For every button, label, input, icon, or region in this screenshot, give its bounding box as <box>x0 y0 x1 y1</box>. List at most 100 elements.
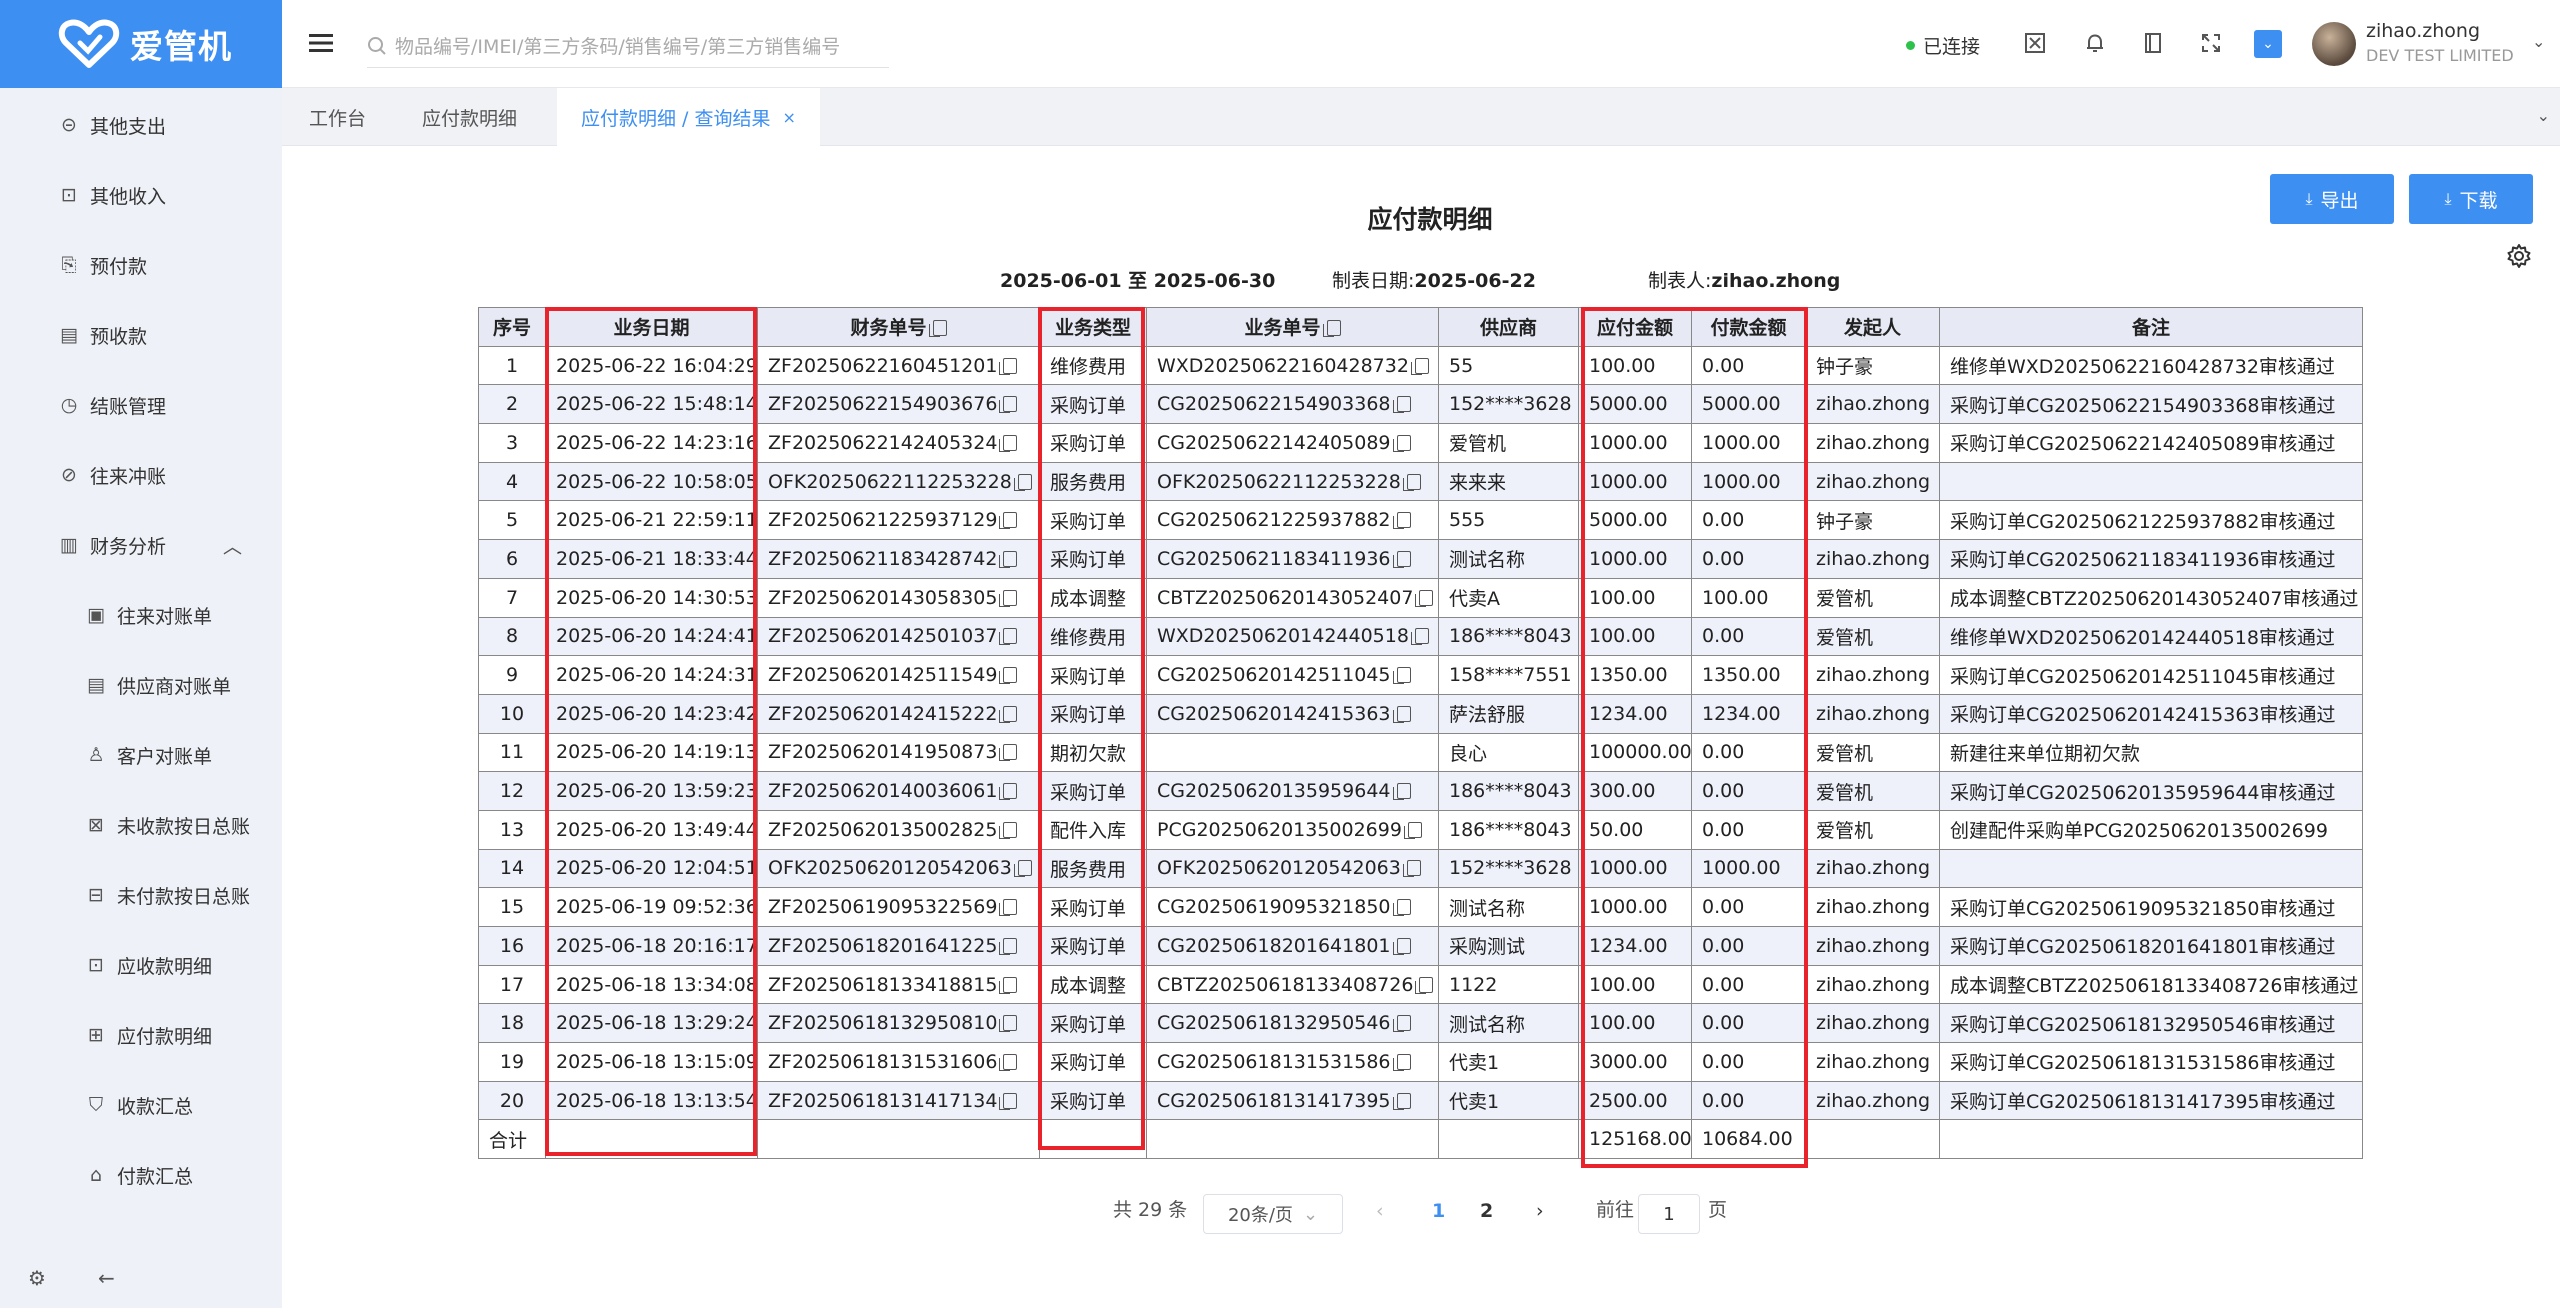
tab-payable-detail-result[interactable]: 应付款明细 / 查询结果 × <box>557 88 820 146</box>
avatar[interactable] <box>2312 22 2356 66</box>
goto-page-input[interactable]: 1 <box>1638 1194 1700 1234</box>
book-icon[interactable] <box>2140 30 2166 56</box>
download-button[interactable]: ⤓ 下载 <box>2409 174 2533 224</box>
copy-icon[interactable] <box>1392 705 1411 723</box>
copy-icon[interactable] <box>1013 860 1032 878</box>
tab-payable-detail[interactable]: 应付款明细 <box>422 88 517 146</box>
cell-remark <box>1939 848 2363 889</box>
copy-icon[interactable] <box>1402 473 1421 491</box>
copy-icon[interactable] <box>1392 1015 1411 1033</box>
cell-biz-type-text: 服务费用 <box>1050 472 1127 495</box>
copy-icon[interactable] <box>999 434 1018 452</box>
total-empty-cell <box>1438 1119 1579 1160</box>
copy-icon[interactable] <box>999 705 1018 723</box>
copy-icon[interactable] <box>999 628 1018 646</box>
cell-supplier: 186****8043 <box>1438 771 1579 811</box>
page-2[interactable]: 2 <box>1480 1200 1493 1222</box>
sidebar-item-unpaid-ledger[interactable]: ⊟ 未付款按日总账 <box>0 860 282 930</box>
cell-finance-no: ZF20250620135002825 <box>757 809 1040 850</box>
brand-logo[interactable]: 爱管机 <box>0 0 282 88</box>
copy-icon[interactable] <box>999 976 1018 994</box>
copy-icon[interactable] <box>1392 1092 1411 1110</box>
payment-summary-icon: ⌂ <box>89 1164 103 1186</box>
sidebar-item-receivable-detail[interactable]: ⊡ 应收款明细 <box>0 930 282 1000</box>
copy-icon[interactable] <box>1415 589 1434 607</box>
sidebar-item-prereceive[interactable]: ▤ 预收款 <box>0 300 282 370</box>
copy-icon[interactable] <box>999 1053 1018 1071</box>
copy-icon[interactable] <box>1392 783 1411 801</box>
copy-icon[interactable] <box>999 937 1018 955</box>
prev-page-icon[interactable]: ‹ <box>1376 1200 1384 1222</box>
copy-icon[interactable] <box>1013 473 1032 491</box>
sidebar-item-other-income[interactable]: ⊡ 其他收入 <box>0 160 282 230</box>
page-1[interactable]: 1 <box>1432 1200 1445 1222</box>
cell-biz-date-text: 2025-06-18 13:13:54 <box>556 1089 758 1112</box>
copy-icon[interactable] <box>1392 512 1411 530</box>
fullscreen-icon[interactable] <box>2198 30 2224 56</box>
copy-icon[interactable] <box>1403 821 1422 839</box>
sidebar-item-statement[interactable]: ▣ 往来对账单 <box>0 580 282 650</box>
copy-icon[interactable] <box>1402 860 1421 878</box>
copy-icon[interactable] <box>999 512 1018 530</box>
tab-workbench[interactable]: 工作台 <box>309 88 366 146</box>
export-button[interactable]: ⤓ 导出 <box>2270 174 2394 224</box>
sidebar-item-supplier-statement[interactable]: ▤ 供应商对账单 <box>0 650 282 720</box>
sidebar-item-payable-detail[interactable]: ⊞ 应付款明细 <box>0 1000 282 1070</box>
copy-icon[interactable] <box>999 783 1018 801</box>
sidebar-item-closing[interactable]: ◷ 结账管理 <box>0 370 282 440</box>
sidebar-item-other-expense[interactable]: ⊝ 其他支出 <box>0 90 282 160</box>
cell-index-text: 16 <box>499 934 525 957</box>
copy-icon[interactable] <box>1392 667 1411 685</box>
sidebar-item-payment-summary[interactable]: ⌂ 付款汇总 <box>0 1140 282 1210</box>
copy-icon[interactable] <box>999 396 1018 414</box>
copy-icon[interactable] <box>1415 976 1434 994</box>
copy-icon[interactable] <box>999 744 1018 762</box>
total-label: 合计 <box>478 1119 546 1160</box>
copy-icon[interactable] <box>999 550 1018 568</box>
copy-icon[interactable] <box>1410 357 1429 375</box>
cell-paid-text: 0.00 <box>1702 547 1745 570</box>
copy-icon[interactable] <box>999 899 1018 917</box>
copy-icon[interactable] <box>1392 937 1411 955</box>
copy-icon[interactable] <box>999 821 1018 839</box>
collapse-arrow-icon[interactable]: ← <box>98 1266 115 1290</box>
page-size-select[interactable]: 20条/页 ⌄ <box>1203 1194 1343 1234</box>
copy-icon[interactable] <box>999 667 1018 685</box>
settings-gear-icon[interactable]: ⚙ <box>28 1266 46 1290</box>
sidebar-item-offset[interactable]: ⊘ 往来冲账 <box>0 440 282 510</box>
cell-paid: 0.00 <box>1691 771 1806 811</box>
cell-payable-text: 1000.00 <box>1589 857 1668 880</box>
cell-biz-type: 采购订单 <box>1039 539 1147 579</box>
copy-icon[interactable] <box>1392 899 1411 917</box>
copy-icon[interactable] <box>999 1092 1018 1110</box>
calculator-icon[interactable] <box>2022 30 2048 56</box>
col-header-label: 财务单号 <box>850 317 927 340</box>
cell-biz-date-text: 2025-06-18 13:15:09 <box>556 1050 758 1073</box>
sidebar-item-prepay[interactable]: ⎘ 预付款 <box>0 230 282 300</box>
gear-icon[interactable] <box>2505 242 2533 270</box>
copy-icon[interactable] <box>1392 434 1411 452</box>
cell-index-text: 10 <box>499 702 525 725</box>
user-name[interactable]: zihao.zhong <box>2366 20 2480 42</box>
copy-icon[interactable] <box>1392 1053 1411 1071</box>
chevron-down-icon[interactable]: ⌄ <box>2537 106 2550 125</box>
copy-icon[interactable] <box>999 589 1018 607</box>
copy-icon[interactable] <box>999 1015 1018 1033</box>
cell-biz-type-text: 成本调整 <box>1050 975 1127 998</box>
close-icon[interactable]: × <box>782 108 795 127</box>
sidebar-group-finance-analysis[interactable]: ▥ 财务分析 ︿ <box>0 510 282 580</box>
col-header-index: 序号 <box>478 307 546 347</box>
bell-icon[interactable] <box>2082 30 2108 56</box>
chevron-down-icon[interactable]: ⌄ <box>2532 32 2545 51</box>
global-search-input[interactable]: 物品编号/IMEI/第三方条码/销售编号/第三方销售编号 <box>367 24 889 68</box>
copy-icon[interactable] <box>1392 550 1411 568</box>
next-page-icon[interactable]: › <box>1536 1200 1544 1222</box>
menu-toggle-icon[interactable] <box>308 30 334 56</box>
sidebar-item-unreceived-ledger[interactable]: ⊠ 未收款按日总账 <box>0 790 282 860</box>
dropdown-toggle-icon[interactable]: ⌄ <box>2254 30 2282 58</box>
sidebar-item-receipt-summary[interactable]: ⛉ 收款汇总 <box>0 1070 282 1140</box>
sidebar-item-customer-statement[interactable]: ♙ 客户对账单 <box>0 720 282 790</box>
copy-icon[interactable] <box>1392 396 1411 414</box>
copy-icon[interactable] <box>999 357 1018 375</box>
copy-icon[interactable] <box>1410 628 1429 646</box>
